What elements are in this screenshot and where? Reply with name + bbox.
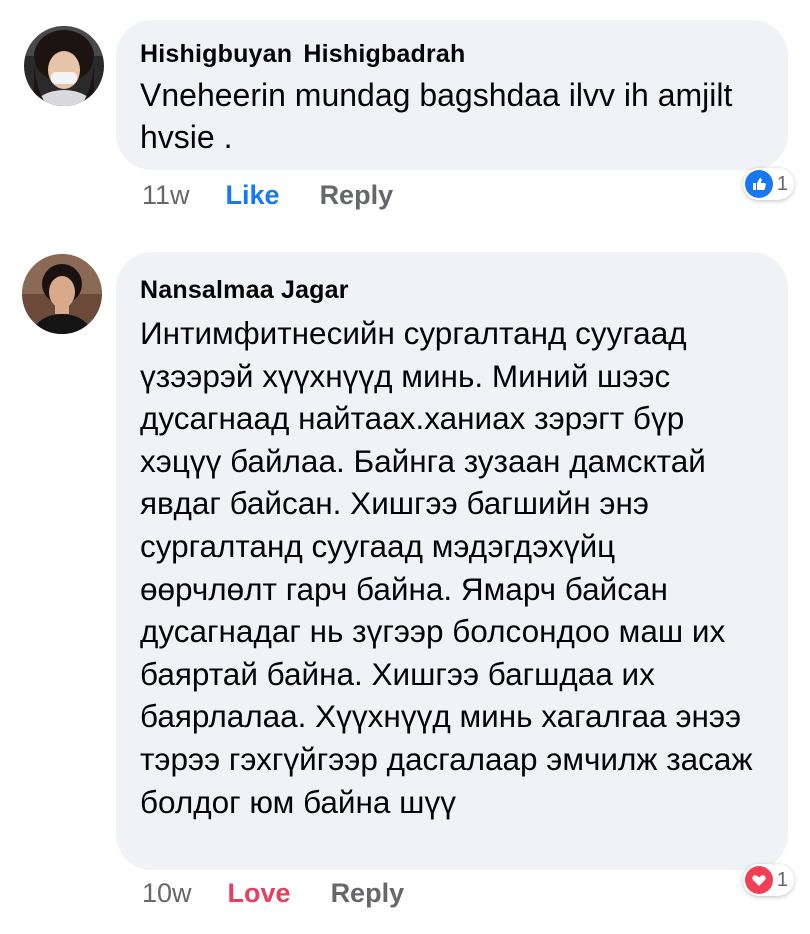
avatar[interactable]	[24, 26, 104, 106]
comment-bubble: Hishigbuyan Hishigbadrah Vneheerin munda…	[116, 20, 788, 170]
comment-timestamp[interactable]: 10w	[142, 878, 192, 909]
reaction-summary[interactable]: 1	[742, 168, 794, 200]
reaction-count: 1	[776, 868, 788, 891]
profile-photo	[24, 26, 104, 106]
comment-author[interactable]: Hishigbuyan Hishigbadrah	[140, 38, 758, 70]
comment-actions: 10w Love Reply	[142, 878, 444, 909]
reply-button[interactable]: Reply	[320, 180, 394, 211]
reaction-summary[interactable]: 1	[742, 864, 794, 896]
profile-photo	[22, 254, 102, 334]
comment-author[interactable]: Nansalmaa Jagar	[140, 274, 758, 306]
reply-button[interactable]: Reply	[331, 878, 405, 909]
comment-text: Интимфитнесийн сургалтанд суугаад үзээрэ…	[140, 315, 753, 820]
love-button[interactable]: Love	[228, 878, 291, 909]
love-icon	[744, 866, 773, 894]
comment-bubble: Nansalmaa Jagar Интимфитнесийн сургалтан…	[116, 252, 788, 870]
comment-actions: 11w Like Reply	[142, 180, 433, 211]
comment-text: Vneheerin mundag bagshdaa ilvv ih amjilt…	[140, 77, 733, 155]
like-button[interactable]: Like	[226, 180, 280, 211]
comment-timestamp[interactable]: 11w	[142, 180, 190, 211]
avatar[interactable]	[22, 254, 102, 334]
reaction-count: 1	[776, 172, 788, 195]
comments-feed: Hishigbuyan Hishigbadrah Vneheerin munda…	[0, 0, 810, 934]
like-icon	[744, 170, 773, 198]
